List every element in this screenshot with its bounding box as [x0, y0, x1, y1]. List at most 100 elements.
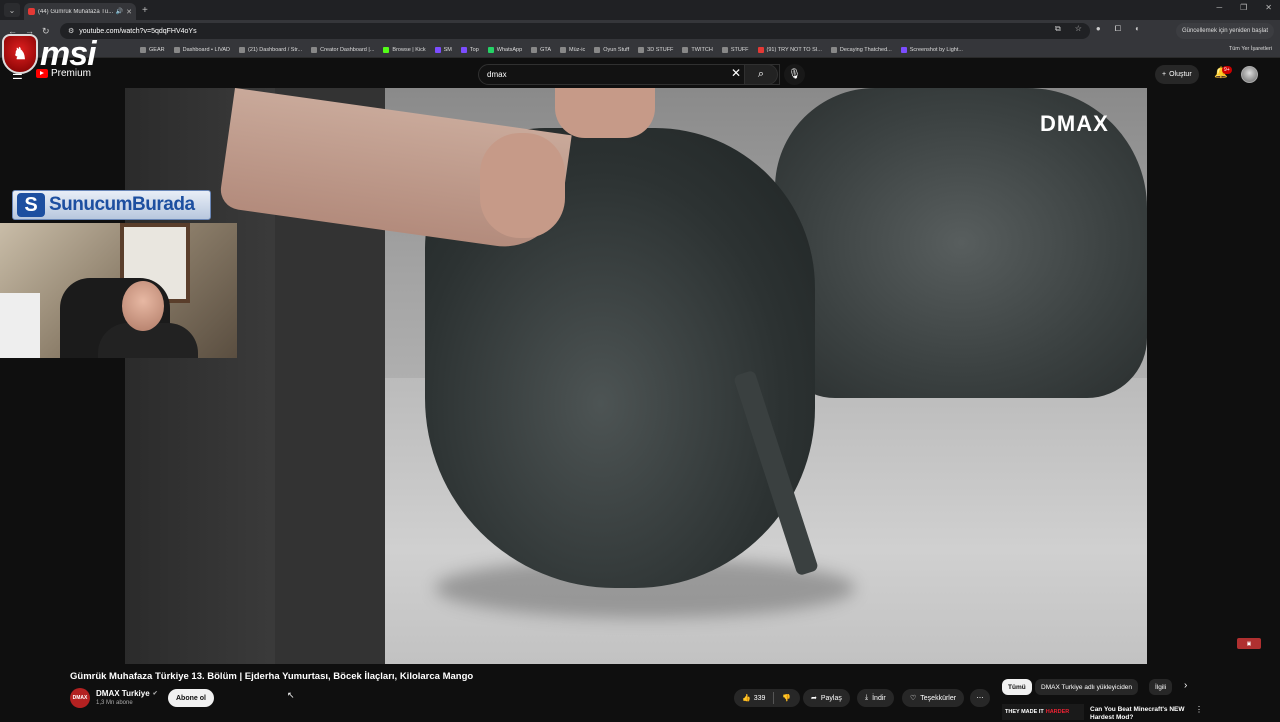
share-icon: ➦ — [811, 695, 817, 702]
folder-icon — [594, 46, 601, 53]
all-bookmarks-folder[interactable]: Tüm Yer İşaretleri — [1229, 46, 1272, 52]
bookmark-folder[interactable]: Oyun Stuff — [594, 46, 629, 53]
folder-icon — [721, 46, 728, 53]
bookmark-item[interactable]: (91) TRY NOT TO SI... — [757, 46, 822, 53]
like-dislike-group: 👍 339 👎 — [734, 689, 800, 707]
bookmark-icon — [900, 46, 907, 53]
bookmark-star-icon[interactable]: ☆ — [1075, 24, 1082, 34]
notification-badge: 9+ — [1222, 66, 1232, 74]
bookmark-item[interactable]: Decaying Thatched... — [830, 46, 892, 53]
premium-label: Premium — [51, 68, 92, 79]
webcam-streamer-head — [122, 281, 164, 331]
msi-dragon-icon: ♞ — [2, 34, 38, 74]
whatsapp-icon — [487, 46, 494, 53]
bookmark-icon — [140, 46, 146, 53]
recommended-more-icon[interactable]: ⋮ — [1195, 705, 1203, 714]
window-controls: ─ ❐ ✕ — [1216, 3, 1272, 12]
bookmark-icon — [311, 46, 318, 53]
subscribe-button[interactable]: Abone ol — [168, 689, 214, 707]
youtube-premium-logo[interactable]: Premium — [36, 68, 91, 79]
bookmark-icon — [434, 46, 441, 53]
close-window-button[interactable]: ✕ — [1265, 3, 1272, 12]
minimize-button[interactable]: ─ — [1216, 3, 1222, 12]
voice-search-button[interactable]: 🎙 — [784, 64, 805, 85]
share-button[interactable]: ➦ Paylaş — [803, 689, 850, 707]
bookmark-item[interactable]: Creator Dashboard |... — [311, 46, 374, 53]
mouse-cursor-icon: ↖ — [287, 690, 295, 700]
rec-thumb-accent: HARDER — [1045, 709, 1070, 715]
more-dots-icon: ⋯ — [976, 695, 984, 702]
bookmark-item[interactable]: SM — [434, 46, 452, 53]
microphone-icon: 🎙 — [788, 69, 801, 80]
update-button[interactable]: Güncellemek için yeniden başlat — [1175, 23, 1274, 39]
thumbs-down-icon: 👎 — [782, 695, 792, 702]
sunucum-burada-banner: S SunucumBurada — [12, 190, 211, 220]
audio-icon[interactable]: 🔊 — [116, 8, 123, 15]
tab-search-icon[interactable]: ⌄ — [4, 3, 20, 17]
bookmark-item[interactable]: Top — [460, 46, 479, 53]
browser-tab-active[interactable]: (44) Gümrük Muhafaza Tü... 🔊 ✕ — [24, 3, 136, 20]
folder-icon — [682, 46, 689, 53]
chips-next-chevron-icon[interactable]: › — [1184, 680, 1187, 691]
bookmark-folder[interactable]: STUFF — [721, 46, 749, 53]
chip-from-uploader[interactable]: DMAX Turkiye adlı yükleyiciden — [1035, 679, 1139, 695]
folder-icon — [560, 46, 567, 53]
webcam-overlay — [0, 223, 237, 358]
tab-title: (44) Gümrük Muhafaza Tü... — [38, 8, 113, 15]
youtube-icon — [757, 46, 764, 53]
bookmark-folder[interactable]: TWITCH — [682, 46, 713, 53]
thanks-button[interactable]: ♡ Teşekkürler — [902, 689, 965, 707]
bookmark-item[interactable]: GEAR — [140, 46, 165, 53]
channel-name-text: DMAX Turkiye — [96, 689, 150, 698]
search-icon: ⌕ — [757, 68, 765, 80]
chip-related[interactable]: İlgili — [1149, 679, 1173, 695]
video-title: Gümrük Muhafaza Türkiye 13. Bölüm | Ejde… — [70, 671, 474, 682]
address-bar[interactable]: ⚙ youtube.com/watch?v=5qdqFHV4oYs — [60, 23, 1090, 39]
kick-icon — [383, 46, 390, 53]
chip-all[interactable]: Tümü — [1002, 679, 1032, 695]
download-label: İndir — [872, 694, 886, 702]
download-button[interactable]: ⤓ İndir — [857, 689, 894, 707]
webcam-background-shelf — [0, 293, 40, 358]
browser-tab-bar: ⌄ (44) Gümrük Muhafaza Tü... 🔊 ✕ + ─ ❐ ✕ — [0, 0, 1280, 20]
extension-icon[interactable]: ● — [1096, 24, 1101, 34]
more-actions-button[interactable]: ⋯ — [970, 689, 990, 707]
video-player[interactable] — [125, 88, 1147, 664]
sunucum-text: SunucumBurada — [49, 194, 195, 215]
bookmark-item[interactable]: WhatsApp — [487, 46, 522, 53]
dislike-button[interactable]: 👎 — [782, 694, 791, 702]
bookmark-folder[interactable]: Müz-ic — [560, 46, 585, 53]
dmax-channel-watermark-icon[interactable]: ▣ — [1237, 638, 1261, 649]
like-count: 339 — [753, 694, 766, 702]
channel-name[interactable]: DMAX Turkiye ✔ — [96, 689, 158, 698]
account-avatar[interactable] — [1241, 66, 1258, 83]
thanks-icon: ♡ — [910, 695, 917, 702]
bookmark-item[interactable]: Dashboard • LIVAD — [173, 46, 230, 53]
restore-button[interactable]: ❐ — [1240, 3, 1247, 12]
bookmark-item[interactable]: Browse | Kick — [383, 46, 426, 53]
bookmark-item[interactable]: (21) Dashboard / Str... — [238, 46, 302, 53]
sunucum-logo-icon: S — [17, 193, 45, 217]
recommended-video-thumbnail[interactable]: THEY MADE IT HARDER — [1002, 704, 1084, 720]
toolbar-icons: ⧉ ☆ ● ⧠ ◐ — [1055, 24, 1140, 34]
tab-close-icon[interactable]: ✕ — [126, 8, 132, 16]
search-button[interactable]: ⌕ — [744, 64, 778, 85]
profile-icon[interactable]: ◐ — [1135, 24, 1140, 34]
folder-icon — [531, 46, 538, 53]
address-url: youtube.com/watch?v=5qdqFHV4oYs — [79, 27, 197, 35]
cast-icon[interactable]: ⧉ — [1055, 24, 1061, 34]
browser-toolbar: ← → ↻ ⚙ youtube.com/watch?v=5qdqFHV4oYs … — [0, 20, 1280, 42]
like-button[interactable]: 👍 339 — [742, 694, 766, 703]
bookmark-item[interactable]: Screenshot by Light... — [900, 46, 963, 53]
new-tab-button[interactable]: + — [142, 5, 148, 16]
rec-thumb-text: THEY MADE IT — [1005, 709, 1044, 715]
create-button[interactable]: + Oluştur — [1155, 65, 1199, 84]
bookmark-icon — [238, 46, 245, 53]
extensions-puzzle-icon[interactable]: ⧠ — [1115, 24, 1121, 34]
plus-icon: + — [1162, 71, 1167, 78]
bookmark-folder[interactable]: GTA — [531, 46, 551, 53]
clear-search-icon[interactable]: ✕ — [731, 66, 741, 80]
dmax-watermark: DMAX — [1040, 111, 1109, 136]
channel-avatar[interactable]: DMAX — [70, 688, 90, 708]
bookmark-folder[interactable]: 3D STUFF — [638, 46, 673, 53]
